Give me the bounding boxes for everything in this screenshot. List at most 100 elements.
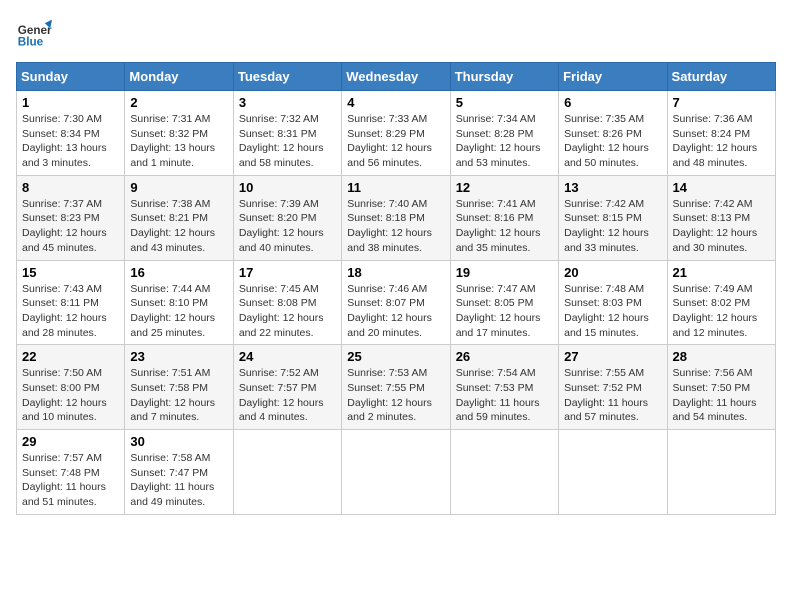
- calendar-day-cell: 12 Sunrise: 7:41 AM Sunset: 8:16 PM Dayl…: [450, 175, 558, 260]
- calendar-day-cell: 23 Sunrise: 7:51 AM Sunset: 7:58 PM Dayl…: [125, 345, 233, 430]
- day-info: Sunrise: 7:58 AM Sunset: 7:47 PM Dayligh…: [130, 451, 227, 510]
- day-number: 15: [22, 265, 119, 280]
- day-info: Sunrise: 7:48 AM Sunset: 8:03 PM Dayligh…: [564, 282, 661, 341]
- day-number: 24: [239, 349, 336, 364]
- calendar-day-cell: 19 Sunrise: 7:47 AM Sunset: 8:05 PM Dayl…: [450, 260, 558, 345]
- day-info: Sunrise: 7:56 AM Sunset: 7:50 PM Dayligh…: [673, 366, 770, 425]
- day-number: 20: [564, 265, 661, 280]
- day-number: 13: [564, 180, 661, 195]
- day-info: Sunrise: 7:40 AM Sunset: 8:18 PM Dayligh…: [347, 197, 444, 256]
- day-info: Sunrise: 7:53 AM Sunset: 7:55 PM Dayligh…: [347, 366, 444, 425]
- day-number: 12: [456, 180, 553, 195]
- weekday-header: Tuesday: [233, 63, 341, 91]
- calendar-table: SundayMondayTuesdayWednesdayThursdayFrid…: [16, 62, 776, 515]
- weekday-header: Saturday: [667, 63, 775, 91]
- day-number: 11: [347, 180, 444, 195]
- logo-icon: General Blue: [16, 16, 52, 52]
- weekday-header: Thursday: [450, 63, 558, 91]
- day-info: Sunrise: 7:30 AM Sunset: 8:34 PM Dayligh…: [22, 112, 119, 171]
- day-info: Sunrise: 7:47 AM Sunset: 8:05 PM Dayligh…: [456, 282, 553, 341]
- calendar-day-cell: 14 Sunrise: 7:42 AM Sunset: 8:13 PM Dayl…: [667, 175, 775, 260]
- calendar-day-cell: [450, 430, 558, 515]
- day-info: Sunrise: 7:45 AM Sunset: 8:08 PM Dayligh…: [239, 282, 336, 341]
- day-number: 16: [130, 265, 227, 280]
- day-number: 7: [673, 95, 770, 110]
- calendar-day-cell: 2 Sunrise: 7:31 AM Sunset: 8:32 PM Dayli…: [125, 91, 233, 176]
- calendar-week-row: 29 Sunrise: 7:57 AM Sunset: 7:48 PM Dayl…: [17, 430, 776, 515]
- calendar-day-cell: 25 Sunrise: 7:53 AM Sunset: 7:55 PM Dayl…: [342, 345, 450, 430]
- day-number: 25: [347, 349, 444, 364]
- calendar-day-cell: [342, 430, 450, 515]
- weekday-header: Sunday: [17, 63, 125, 91]
- day-number: 18: [347, 265, 444, 280]
- day-number: 1: [22, 95, 119, 110]
- calendar-day-cell: 1 Sunrise: 7:30 AM Sunset: 8:34 PM Dayli…: [17, 91, 125, 176]
- day-info: Sunrise: 7:35 AM Sunset: 8:26 PM Dayligh…: [564, 112, 661, 171]
- day-number: 19: [456, 265, 553, 280]
- calendar-day-cell: 30 Sunrise: 7:58 AM Sunset: 7:47 PM Dayl…: [125, 430, 233, 515]
- day-info: Sunrise: 7:49 AM Sunset: 8:02 PM Dayligh…: [673, 282, 770, 341]
- calendar-day-cell: 29 Sunrise: 7:57 AM Sunset: 7:48 PM Dayl…: [17, 430, 125, 515]
- page-header: General Blue: [16, 16, 776, 52]
- day-info: Sunrise: 7:57 AM Sunset: 7:48 PM Dayligh…: [22, 451, 119, 510]
- calendar-day-cell: 10 Sunrise: 7:39 AM Sunset: 8:20 PM Dayl…: [233, 175, 341, 260]
- calendar-day-cell: 15 Sunrise: 7:43 AM Sunset: 8:11 PM Dayl…: [17, 260, 125, 345]
- calendar-day-cell: 21 Sunrise: 7:49 AM Sunset: 8:02 PM Dayl…: [667, 260, 775, 345]
- weekday-header: Wednesday: [342, 63, 450, 91]
- calendar-day-cell: 4 Sunrise: 7:33 AM Sunset: 8:29 PM Dayli…: [342, 91, 450, 176]
- calendar-day-cell: 8 Sunrise: 7:37 AM Sunset: 8:23 PM Dayli…: [17, 175, 125, 260]
- day-number: 4: [347, 95, 444, 110]
- calendar-header-row: SundayMondayTuesdayWednesdayThursdayFrid…: [17, 63, 776, 91]
- day-info: Sunrise: 7:32 AM Sunset: 8:31 PM Dayligh…: [239, 112, 336, 171]
- calendar-day-cell: [233, 430, 341, 515]
- day-info: Sunrise: 7:41 AM Sunset: 8:16 PM Dayligh…: [456, 197, 553, 256]
- weekday-header: Monday: [125, 63, 233, 91]
- day-info: Sunrise: 7:44 AM Sunset: 8:10 PM Dayligh…: [130, 282, 227, 341]
- day-number: 23: [130, 349, 227, 364]
- day-number: 28: [673, 349, 770, 364]
- calendar-day-cell: 28 Sunrise: 7:56 AM Sunset: 7:50 PM Dayl…: [667, 345, 775, 430]
- day-number: 2: [130, 95, 227, 110]
- logo: General Blue: [16, 16, 52, 52]
- day-info: Sunrise: 7:54 AM Sunset: 7:53 PM Dayligh…: [456, 366, 553, 425]
- day-number: 8: [22, 180, 119, 195]
- day-number: 22: [22, 349, 119, 364]
- calendar-day-cell: 5 Sunrise: 7:34 AM Sunset: 8:28 PM Dayli…: [450, 91, 558, 176]
- day-info: Sunrise: 7:43 AM Sunset: 8:11 PM Dayligh…: [22, 282, 119, 341]
- day-info: Sunrise: 7:51 AM Sunset: 7:58 PM Dayligh…: [130, 366, 227, 425]
- day-info: Sunrise: 7:31 AM Sunset: 8:32 PM Dayligh…: [130, 112, 227, 171]
- day-number: 14: [673, 180, 770, 195]
- calendar-day-cell: 11 Sunrise: 7:40 AM Sunset: 8:18 PM Dayl…: [342, 175, 450, 260]
- day-number: 21: [673, 265, 770, 280]
- day-number: 17: [239, 265, 336, 280]
- day-number: 9: [130, 180, 227, 195]
- day-number: 26: [456, 349, 553, 364]
- day-info: Sunrise: 7:36 AM Sunset: 8:24 PM Dayligh…: [673, 112, 770, 171]
- calendar-day-cell: [667, 430, 775, 515]
- calendar-week-row: 22 Sunrise: 7:50 AM Sunset: 8:00 PM Dayl…: [17, 345, 776, 430]
- calendar-day-cell: 13 Sunrise: 7:42 AM Sunset: 8:15 PM Dayl…: [559, 175, 667, 260]
- day-info: Sunrise: 7:50 AM Sunset: 8:00 PM Dayligh…: [22, 366, 119, 425]
- day-info: Sunrise: 7:38 AM Sunset: 8:21 PM Dayligh…: [130, 197, 227, 256]
- day-info: Sunrise: 7:46 AM Sunset: 8:07 PM Dayligh…: [347, 282, 444, 341]
- day-number: 5: [456, 95, 553, 110]
- calendar-day-cell: 22 Sunrise: 7:50 AM Sunset: 8:00 PM Dayl…: [17, 345, 125, 430]
- calendar-day-cell: 9 Sunrise: 7:38 AM Sunset: 8:21 PM Dayli…: [125, 175, 233, 260]
- day-number: 29: [22, 434, 119, 449]
- day-info: Sunrise: 7:55 AM Sunset: 7:52 PM Dayligh…: [564, 366, 661, 425]
- calendar-day-cell: 26 Sunrise: 7:54 AM Sunset: 7:53 PM Dayl…: [450, 345, 558, 430]
- day-info: Sunrise: 7:34 AM Sunset: 8:28 PM Dayligh…: [456, 112, 553, 171]
- calendar-day-cell: 24 Sunrise: 7:52 AM Sunset: 7:57 PM Dayl…: [233, 345, 341, 430]
- day-info: Sunrise: 7:33 AM Sunset: 8:29 PM Dayligh…: [347, 112, 444, 171]
- day-number: 3: [239, 95, 336, 110]
- svg-text:Blue: Blue: [18, 36, 44, 49]
- day-info: Sunrise: 7:52 AM Sunset: 7:57 PM Dayligh…: [239, 366, 336, 425]
- weekday-header: Friday: [559, 63, 667, 91]
- day-number: 10: [239, 180, 336, 195]
- day-info: Sunrise: 7:37 AM Sunset: 8:23 PM Dayligh…: [22, 197, 119, 256]
- calendar-day-cell: 27 Sunrise: 7:55 AM Sunset: 7:52 PM Dayl…: [559, 345, 667, 430]
- day-info: Sunrise: 7:42 AM Sunset: 8:13 PM Dayligh…: [673, 197, 770, 256]
- calendar-day-cell: [559, 430, 667, 515]
- day-number: 27: [564, 349, 661, 364]
- day-info: Sunrise: 7:39 AM Sunset: 8:20 PM Dayligh…: [239, 197, 336, 256]
